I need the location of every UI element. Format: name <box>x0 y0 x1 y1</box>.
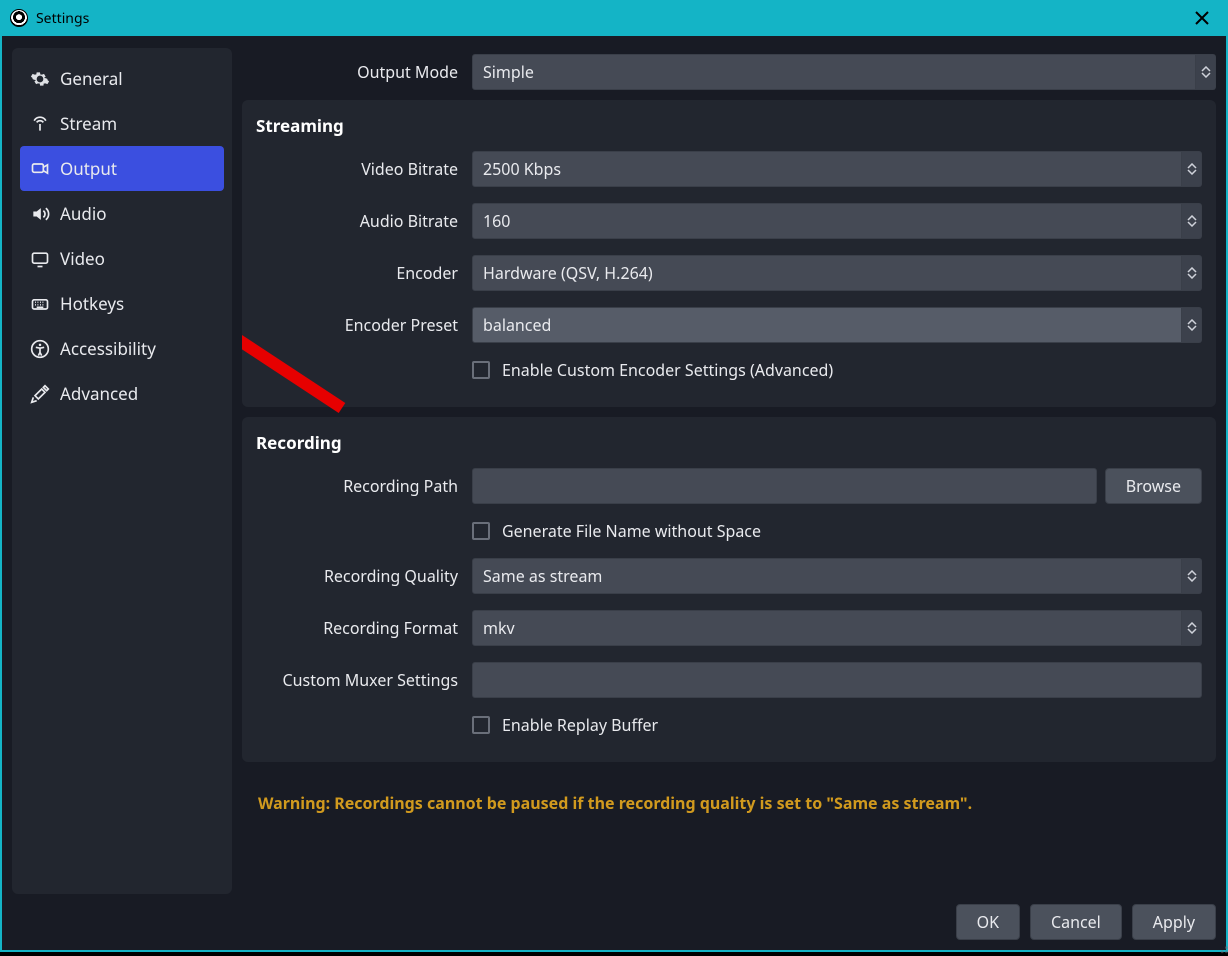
sidebar-item-advanced[interactable]: Advanced <box>20 371 224 416</box>
gear-icon <box>30 69 50 89</box>
app-logo-icon <box>10 9 28 27</box>
encoder-preset-chevron[interactable] <box>1182 307 1202 343</box>
settings-window: Settings General Stream <box>0 0 1228 952</box>
output-mode-chevron[interactable] <box>1196 54 1216 90</box>
enable-custom-encoder-checkbox[interactable] <box>472 361 490 379</box>
close-icon <box>1195 11 1209 25</box>
recording-path-input[interactable] <box>472 468 1097 504</box>
sidebar-item-label: Hotkeys <box>60 292 124 315</box>
recording-panel: Recording Recording Path Browse Generate… <box>242 417 1216 762</box>
sidebar: General Stream Output <box>12 48 232 894</box>
recording-title: Recording <box>256 431 1202 454</box>
sidebar-item-label: Advanced <box>60 382 138 405</box>
sidebar-item-label: Output <box>60 157 117 180</box>
sidebar-item-general[interactable]: General <box>20 56 224 101</box>
recording-quality-select[interactable]: Same as stream <box>472 558 1182 594</box>
muxer-label: Custom Muxer Settings <box>256 669 472 691</box>
sidebar-item-label: Video <box>60 247 105 270</box>
sidebar-item-label: Stream <box>60 112 117 135</box>
recording-quality-chevron[interactable] <box>1182 558 1202 594</box>
recording-format-select[interactable]: mkv <box>472 610 1182 646</box>
generate-filename-label: Generate File Name without Space <box>502 520 761 542</box>
close-button[interactable] <box>1186 4 1218 32</box>
streaming-title: Streaming <box>256 114 1202 137</box>
monitor-icon <box>30 249 50 269</box>
sidebar-item-accessibility[interactable]: Accessibility <box>20 326 224 371</box>
output-mode-row: Output Mode Simple <box>242 48 1216 90</box>
output-icon <box>30 159 50 179</box>
warning-text: Warning: Recordings cannot be paused if … <box>242 772 1216 814</box>
cancel-button[interactable]: Cancel <box>1030 904 1122 940</box>
encoder-preset-select[interactable]: balanced <box>472 307 1182 343</box>
sidebar-item-label: Accessibility <box>60 337 156 360</box>
window-body: General Stream Output <box>0 36 1228 952</box>
encoder-preset-label: Encoder Preset <box>256 314 472 336</box>
window-title: Settings <box>36 9 89 28</box>
recording-format-chevron[interactable] <box>1182 610 1202 646</box>
sidebar-item-output[interactable]: Output <box>20 146 224 191</box>
tools-icon <box>30 384 50 404</box>
keyboard-icon <box>30 294 50 314</box>
audio-bitrate-label: Audio Bitrate <box>256 210 472 232</box>
enable-custom-encoder-label: Enable Custom Encoder Settings (Advanced… <box>502 359 833 381</box>
enable-replay-buffer-label: Enable Replay Buffer <box>502 714 658 736</box>
enable-replay-buffer-checkbox[interactable] <box>472 716 490 734</box>
sidebar-item-hotkeys[interactable]: Hotkeys <box>20 281 224 326</box>
sidebar-item-label: Audio <box>60 202 107 225</box>
output-mode-label: Output Mode <box>242 61 472 83</box>
encoder-chevron[interactable] <box>1182 255 1202 291</box>
speaker-icon <box>30 204 50 224</box>
sidebar-item-video[interactable]: Video <box>20 236 224 281</box>
content-pane: Output Mode Simple Streaming Video Bitra… <box>242 48 1216 894</box>
browse-button[interactable]: Browse <box>1105 468 1202 504</box>
sidebar-item-label: General <box>60 67 123 90</box>
recording-format-label: Recording Format <box>256 617 472 639</box>
sidebar-item-stream[interactable]: Stream <box>20 101 224 146</box>
ok-button[interactable]: OK <box>956 904 1020 940</box>
video-bitrate-spinner[interactable] <box>1182 151 1202 187</box>
titlebar[interactable]: Settings <box>0 0 1228 36</box>
antenna-icon <box>30 114 50 134</box>
accessibility-icon <box>30 339 50 359</box>
video-bitrate-input[interactable]: 2500 Kbps <box>472 151 1182 187</box>
sidebar-item-audio[interactable]: Audio <box>20 191 224 236</box>
streaming-panel: Streaming Video Bitrate 2500 Kbps Aud <box>242 100 1216 407</box>
audio-bitrate-chevron[interactable] <box>1182 203 1202 239</box>
apply-button[interactable]: Apply <box>1132 904 1216 940</box>
generate-filename-checkbox[interactable] <box>472 522 490 540</box>
resize-grip-icon[interactable] <box>1218 942 1228 952</box>
recording-quality-label: Recording Quality <box>256 565 472 587</box>
output-mode-select[interactable]: Simple <box>472 54 1196 90</box>
recording-path-label: Recording Path <box>256 475 472 497</box>
muxer-input[interactable] <box>472 662 1202 698</box>
dialog-footer: OK Cancel Apply <box>12 894 1216 940</box>
audio-bitrate-select[interactable]: 160 <box>472 203 1182 239</box>
video-bitrate-label: Video Bitrate <box>256 158 472 180</box>
encoder-select[interactable]: Hardware (QSV, H.264) <box>472 255 1182 291</box>
encoder-label: Encoder <box>256 262 472 284</box>
